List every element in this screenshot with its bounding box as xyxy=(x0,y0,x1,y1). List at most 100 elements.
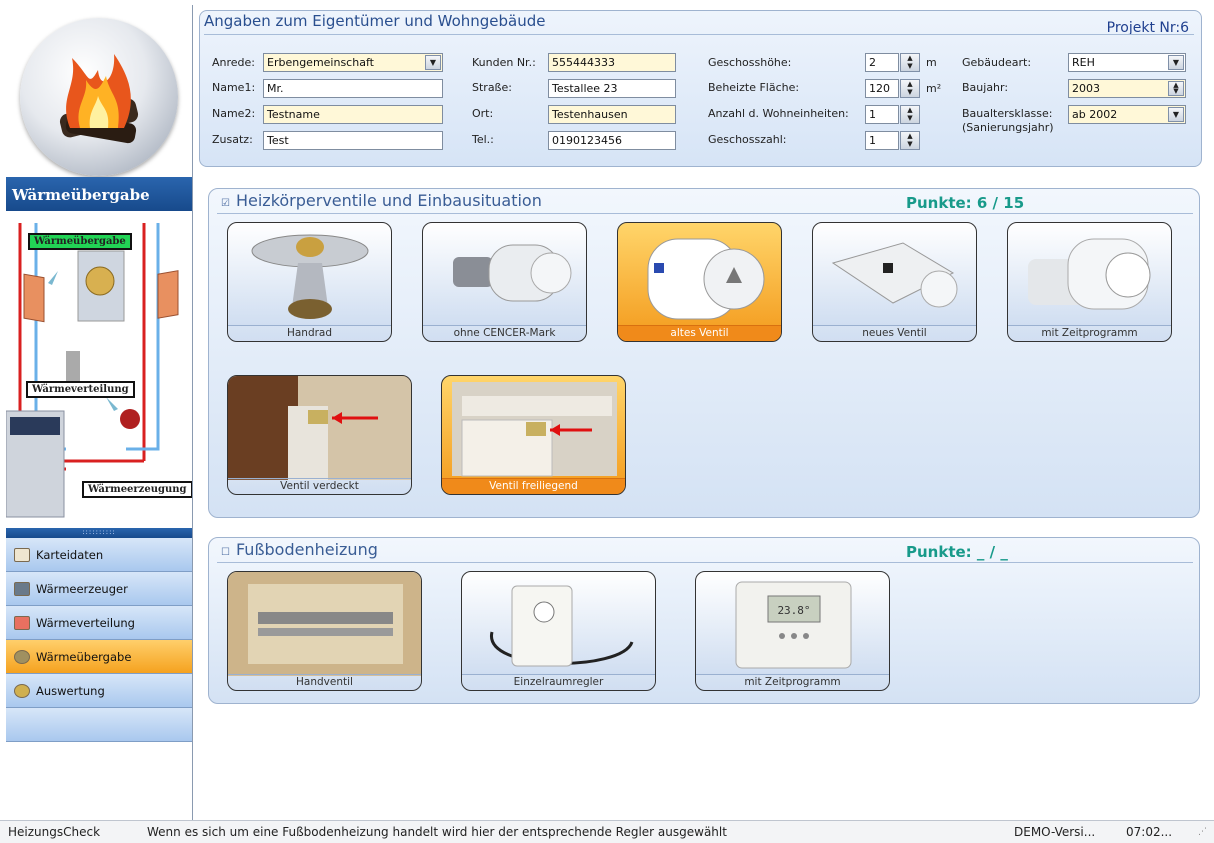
baujahr-label: Baujahr: xyxy=(962,81,1009,94)
diagram-label-erzeugung: Wärmeerzeugung xyxy=(82,481,192,498)
geschosszahl-stepper[interactable]: ▲ ▼ xyxy=(900,131,920,150)
programmable-thermostat-icon xyxy=(1028,238,1151,310)
geschosshoehe-label: Geschosshöhe: xyxy=(708,56,792,69)
sidebar-item-label: Karteidaten xyxy=(36,547,104,562)
geschosshoehe-field[interactable]: 2 xyxy=(865,53,899,72)
gebaeudeart-select[interactable]: REH ▼ xyxy=(1068,53,1186,72)
ort-field[interactable]: Testenhausen xyxy=(548,105,676,124)
divider xyxy=(217,562,1193,563)
sidebar-splitter[interactable]: :::::::::: xyxy=(6,528,192,538)
thermostat-display: 23.8° xyxy=(777,604,810,617)
sidebar-item-waermeerzeuger[interactable]: Wärmeerzeuger xyxy=(6,572,192,606)
flaeche-unit: m² xyxy=(926,82,942,95)
evaluation-icon xyxy=(14,683,30,698)
geschosshoehe-unit: m xyxy=(926,56,937,69)
chevron-down-icon[interactable]: ▼ xyxy=(425,55,441,70)
name2-field[interactable]: Testname xyxy=(263,105,443,124)
sidebar-item-waermeuebergabe[interactable]: Wärmeübergabe xyxy=(6,640,192,674)
card-caption: Einzelraumregler xyxy=(462,674,655,690)
owner-panel: Angaben zum Eigentümer und Wohngebäude P… xyxy=(199,10,1202,167)
anrede-select[interactable]: Erbengemeinschaft ▼ xyxy=(263,53,443,72)
floor-card-mit-zeitprogramm[interactable]: 23.8° mit Zeitprogramm xyxy=(695,571,890,691)
card-caption: Ventil verdeckt xyxy=(228,478,411,494)
old-thermostat-valve-icon xyxy=(647,238,765,320)
status-time: 07:02... xyxy=(1126,825,1173,839)
floor-card-einzelraumregler[interactable]: Einzelraumregler xyxy=(461,571,656,691)
card-caption: neues Ventil xyxy=(813,325,976,341)
heizkoerper-header[interactable]: ☑ Heizkörperventile und Einbausituation xyxy=(221,191,542,210)
fussboden-title: Fußbodenheizung xyxy=(235,540,378,559)
fussboden-section: ☐ Fußbodenheizung Punkte: _ / _ Handventi… xyxy=(208,537,1200,704)
baujahr-stepper[interactable]: ▲ ▼ xyxy=(1168,81,1184,96)
programmable-controller-photo: 23.8° xyxy=(735,581,852,669)
situation-card-freiliegend[interactable]: Ventil freiliegend xyxy=(441,375,626,495)
thermostat-valve-icon xyxy=(453,244,572,302)
card-caption: mit Zeitprogramm xyxy=(1008,325,1171,341)
geschosszahl-label: Geschosszahl: xyxy=(708,133,787,146)
name1-label: Name1: xyxy=(212,81,256,94)
sidebar-nav: Karteidaten Wärmeerzeuger Wärmeverteilun… xyxy=(6,538,192,742)
wohneinheiten-stepper[interactable]: ▲ ▼ xyxy=(900,105,920,124)
tel-field[interactable]: 0190123456 xyxy=(548,131,676,150)
chevron-down-icon[interactable]: ▼ xyxy=(1168,107,1184,122)
heating-system-diagram: Wärmeübergabe Wärmeverteilung Wärmeerzeu… xyxy=(6,211,192,529)
checkbox-checked-icon[interactable]: ☑ xyxy=(221,198,230,209)
main-area: Angaben zum Eigentümer und Wohngebäude P… xyxy=(196,5,1210,820)
valve-card-mit-zeitprogramm[interactable]: mit Zeitprogramm xyxy=(1007,222,1172,342)
pipe-distribution-icon xyxy=(14,615,30,630)
diagram-label-verteilung: Wärmeverteilung xyxy=(26,381,135,398)
valve-card-ohne-cencer[interactable]: ohne CENCER-Mark xyxy=(422,222,587,342)
card-caption: Handrad xyxy=(228,325,391,341)
sidebar-item-label: Wärmeerzeuger xyxy=(36,581,128,596)
flaeche-label: Beheizte Fläche: xyxy=(708,81,800,94)
ort-label: Ort: xyxy=(472,107,494,120)
heizkoerper-section: ☑ Heizkörperventile und Einbausituation P… xyxy=(208,188,1200,518)
baujahr-field[interactable]: 2003 ▲ ▼ xyxy=(1068,79,1186,98)
status-bar: HeizungsCheck Wenn es sich um eine Fußbo… xyxy=(0,820,1214,843)
sidebar: Wärmeübergabe Wärmeübergabe Wärmeverteil… xyxy=(6,5,193,820)
card-caption: Ventil freiliegend xyxy=(442,478,625,494)
flaeche-stepper[interactable]: ▲ ▼ xyxy=(900,79,920,98)
geschosshoehe-stepper[interactable]: ▲ ▼ xyxy=(900,53,920,72)
sidebar-item-waermeverteilung[interactable]: Wärmeverteilung xyxy=(6,606,192,640)
zusatz-label: Zusatz: xyxy=(212,133,253,146)
valve-card-handrad[interactable]: Handrad xyxy=(227,222,392,342)
new-thermostat-valve-icon xyxy=(831,242,958,308)
fire-icon xyxy=(59,54,139,144)
resize-grip-icon[interactable]: ⋰ xyxy=(1198,827,1207,837)
chevron-down-icon[interactable]: ▼ xyxy=(1168,55,1184,70)
divider xyxy=(217,213,1193,214)
sidebar-item-karteidaten[interactable]: Karteidaten xyxy=(6,538,192,572)
geschosszahl-field[interactable]: 1 xyxy=(865,131,899,150)
wohneinheiten-field[interactable]: 1 xyxy=(865,105,899,124)
sidebar-item-empty xyxy=(6,708,192,742)
flaeche-field[interactable]: 120 xyxy=(865,79,899,98)
baualter-sublabel: (Sanierungsjahr) xyxy=(962,121,1054,134)
name1-field[interactable]: Mr. xyxy=(263,79,443,98)
fussboden-header[interactable]: ☐ Fußbodenheizung xyxy=(221,540,378,559)
status-message: Wenn es sich um eine Fußbodenheizung han… xyxy=(147,825,727,839)
situation-card-verdeckt[interactable]: Ventil verdeckt xyxy=(227,375,412,495)
owner-panel-title: Angaben zum Eigentümer und Wohngebäude xyxy=(204,12,546,30)
card-caption: Handventil xyxy=(228,674,421,690)
baualter-value: ab 2002 xyxy=(1072,108,1118,121)
baualter-label: Baualtersklasse: xyxy=(962,107,1053,120)
handwheel-valve-icon xyxy=(251,234,369,319)
covered-valve-photo xyxy=(228,376,411,480)
card-index-icon xyxy=(14,547,30,562)
wohneinheiten-label: Anzahl d. Wohneinheiten: xyxy=(708,107,849,120)
gebaeudeart-label: Gebäudeart: xyxy=(962,56,1032,69)
zusatz-field[interactable]: Test xyxy=(263,131,443,150)
strasse-field[interactable]: Testallee 23 xyxy=(548,79,676,98)
checkbox-unchecked-icon[interactable]: ☐ xyxy=(221,547,230,558)
valve-card-neues-ventil[interactable]: neues Ventil xyxy=(812,222,977,342)
floor-card-handventil[interactable]: Handventil xyxy=(227,571,422,691)
kunden-label: Kunden Nr.: xyxy=(472,56,536,69)
status-app-name: HeizungsCheck xyxy=(8,825,101,839)
divider xyxy=(204,34,1194,35)
exposed-valve-photo xyxy=(452,382,617,477)
sidebar-item-auswertung[interactable]: Auswertung xyxy=(6,674,192,708)
baualter-select[interactable]: ab 2002 ▼ xyxy=(1068,105,1186,124)
kunden-field[interactable]: 555444333 xyxy=(548,53,676,72)
valve-card-altes-ventil[interactable]: altes Ventil xyxy=(617,222,782,342)
